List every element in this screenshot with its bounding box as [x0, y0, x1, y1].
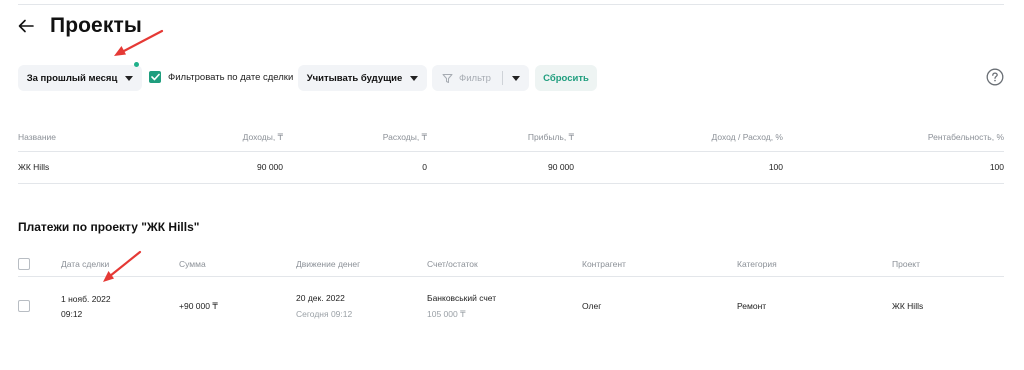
movement-sub: Сегодня 09:12 [296, 309, 353, 320]
movement-cell: 20 дек. 2022 Сегодня 09:12 [296, 276, 427, 336]
future-label: Учитывать будущие [306, 72, 403, 84]
payments-table: Дата сделки Сумма Движение денег Счет/ос… [18, 252, 1004, 336]
caret-down-icon [125, 75, 134, 81]
deal-date: 1 нояб. 2022 [61, 293, 111, 304]
profitability-cell: 100 [783, 151, 1004, 184]
period-dropdown[interactable]: За прошлый месяц [18, 65, 142, 91]
filter-button[interactable]: Фильтр [432, 65, 529, 91]
caret-down-icon[interactable] [512, 76, 520, 81]
account-balance: 105 000 ₸ [427, 308, 466, 319]
table-header-row: Дата сделки Сумма Движение денег Счет/ос… [18, 252, 1004, 277]
table-row[interactable]: ЖК Hills 90 000 0 90 000 100 100 [18, 151, 1004, 184]
account-cell: Банковський счет 105 000 ₸ [427, 276, 582, 336]
deal-time: 09:12 [61, 308, 83, 319]
projects-summary-table: Название Доходы, ₸ Расходы, ₸ Прибыль, ₸… [18, 124, 1004, 184]
movement-date: 20 дек. 2022 [296, 293, 345, 304]
column-header-amount[interactable]: Сумма [179, 252, 296, 277]
page-title: Проекты [50, 14, 142, 37]
account-name: Банковський счет [427, 292, 497, 303]
category-cell: Ремонт [737, 301, 767, 312]
table-header-row: Название Доходы, ₸ Расходы, ₸ Прибыль, ₸… [18, 124, 1004, 152]
project-name-cell[interactable]: ЖК Hills [18, 151, 158, 184]
filter-label: Фильтр [459, 72, 491, 84]
toolbar: За прошлый месяц Фильтровать по дате сде… [18, 62, 1004, 91]
row-select-cell [18, 276, 61, 336]
income-cell: 90 000 [158, 151, 283, 184]
period-label: За прошлый месяц [26, 72, 118, 84]
ratio-cell: 100 [574, 151, 783, 184]
column-header-account[interactable]: Счет/остаток [427, 252, 582, 277]
table-row[interactable]: 1 нояб. 2022 09:12 +90 000 ₸ 20 дек. 202… [18, 276, 1004, 336]
column-header-movement[interactable]: Движение денег [296, 252, 427, 277]
column-header-project[interactable]: Проект [892, 252, 1004, 277]
top-divider [18, 4, 1004, 5]
future-dropdown[interactable]: Учитывать будущие [298, 65, 427, 91]
back-arrow-icon[interactable] [18, 17, 36, 35]
column-header-counterparty[interactable]: Контрагент [582, 252, 737, 277]
column-header-income[interactable]: Доходы, ₸ [158, 124, 283, 152]
caret-down-icon [410, 75, 419, 81]
filter-by-date-label: Фильтровать по дате сделки [168, 71, 294, 83]
checkbox-checked-icon[interactable] [149, 71, 161, 83]
column-header-profit[interactable]: Прибыль, ₸ [427, 124, 574, 152]
column-header-profitability[interactable]: Рентабельность, % [783, 124, 1004, 152]
reset-button[interactable]: Сбросить [535, 65, 597, 91]
filter-by-date-checkbox[interactable]: Фильтровать по дате сделки [149, 71, 293, 83]
column-header-expenses[interactable]: Расходы, ₸ [283, 124, 427, 152]
expenses-cell: 0 [283, 151, 427, 184]
funnel-icon [442, 73, 453, 84]
row-checkbox[interactable] [18, 300, 30, 313]
profit-cell: 90 000 [427, 151, 574, 184]
active-indicator-dot [134, 62, 139, 67]
filter-divider [502, 71, 503, 85]
help-icon[interactable] [986, 68, 1004, 86]
column-header-deal-date[interactable]: Дата сделки [61, 252, 179, 277]
select-all-checkbox[interactable] [18, 257, 30, 270]
page-header: Проекты [18, 14, 142, 38]
column-header-name[interactable]: Название [18, 124, 158, 152]
deal-date-cell: 1 нояб. 2022 09:12 [61, 276, 179, 336]
counterparty-cell: Олег [582, 301, 602, 312]
select-all-cell [18, 252, 61, 277]
column-header-ratio[interactable]: Доход / Расход, % [574, 124, 783, 152]
payments-section-title: Платежи по проекту "ЖК Hills" [18, 220, 200, 234]
project-cell: ЖК Hills [892, 301, 924, 312]
amount-cell: +90 000 ₸ [179, 300, 218, 311]
column-header-category[interactable]: Категория [737, 252, 892, 277]
